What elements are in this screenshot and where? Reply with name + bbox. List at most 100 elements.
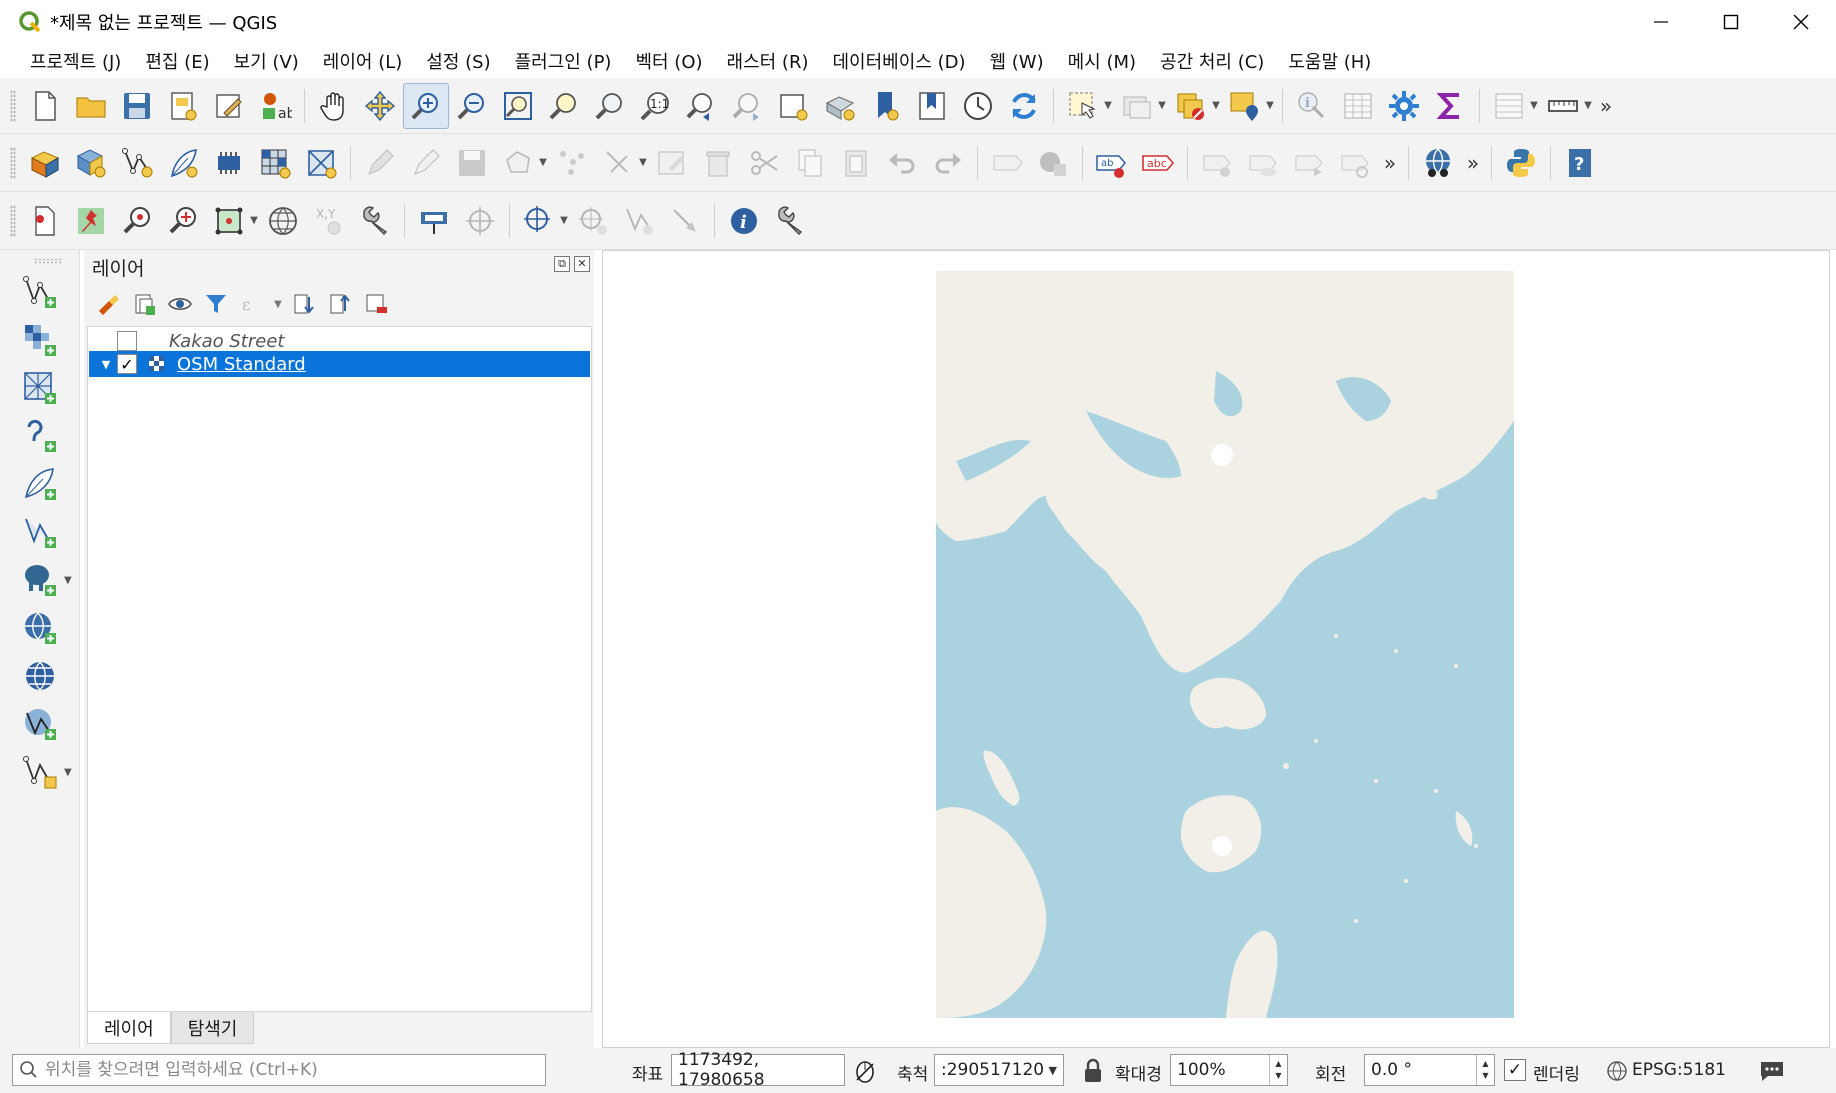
select-features-button[interactable] — [1060, 83, 1106, 129]
menu-edit[interactable]: 편집 (E) — [133, 48, 221, 74]
move-label-button[interactable] — [1286, 140, 1332, 186]
locator-bar[interactable] — [12, 1054, 546, 1086]
copy-features-button[interactable] — [787, 140, 833, 186]
layer-visibility-checkbox[interactable] — [117, 331, 137, 351]
new-temporary-layer-button[interactable] — [160, 140, 206, 186]
temporal-controller-button[interactable] — [955, 83, 1001, 129]
zoom-to-point-button[interactable] — [114, 198, 160, 244]
menu-plugins[interactable]: 플러그인 (P) — [503, 48, 624, 74]
identify-info-button[interactable]: i — [721, 198, 767, 244]
help-contents-button[interactable]: ? — [1557, 140, 1603, 186]
measure-line-button[interactable] — [1540, 83, 1586, 129]
add-group-button[interactable] — [126, 286, 162, 322]
digitize-polygon-button[interactable] — [495, 140, 541, 186]
add-mesh-layer-button[interactable] — [14, 366, 66, 410]
postgis-dropdown[interactable]: ▼ — [64, 575, 72, 586]
menu-web[interactable]: 웹 (W) — [977, 48, 1055, 74]
rule-labeling-button[interactable]: abc — [1135, 140, 1181, 186]
vertex-editor-button[interactable] — [616, 198, 662, 244]
add-virtual-layer-button[interactable] — [14, 510, 66, 554]
zoom-to-selection-button[interactable] — [541, 83, 587, 129]
rotation-spinbox[interactable]: ▲ ▼ — [1476, 1055, 1494, 1085]
add-vector-tile-button[interactable] — [14, 750, 66, 794]
open-project-button[interactable] — [68, 83, 114, 129]
new-print-layout-button[interactable] — [160, 83, 206, 129]
expand-all-button[interactable] — [286, 286, 322, 322]
edit-attributes-button[interactable] — [649, 140, 695, 186]
attribute-form-button[interactable] — [1486, 83, 1532, 129]
label-toolbar-overflow[interactable]: » — [1378, 140, 1402, 186]
add-raster-layer-button[interactable] — [252, 140, 298, 186]
cut-features-button[interactable] — [741, 140, 787, 186]
processing-toolbox-button[interactable] — [1381, 83, 1427, 129]
layer-row-osm-standard[interactable]: ▼ ✓ OSM Standard — [89, 351, 590, 377]
messages-icon[interactable] — [1758, 1058, 1786, 1084]
filter-expression-button[interactable]: ε — [234, 286, 270, 322]
settings-wrench-button[interactable] — [352, 198, 398, 244]
manage-visibility-button[interactable] — [162, 286, 198, 322]
toolbar-overflow-button[interactable]: » — [1594, 83, 1618, 129]
toolbar-handle[interactable] — [10, 204, 16, 237]
crosshair-button[interactable] — [457, 198, 503, 244]
snapping-button[interactable] — [570, 198, 616, 244]
new-virtual-layer-button[interactable] — [206, 140, 252, 186]
maximize-button[interactable] — [1696, 0, 1766, 44]
coordinate-field[interactable]: 1173492, 17980658 — [671, 1050, 845, 1090]
new-map-view-button[interactable] — [771, 83, 817, 129]
style-manager-button[interactable]: abc — [252, 83, 298, 129]
new-shapefile-layer-button[interactable] — [114, 140, 160, 186]
expand-layer-arrow-icon[interactable]: ▼ — [95, 358, 117, 371]
map-pin-tool-button[interactable] — [68, 198, 114, 244]
layer-labeling-button[interactable]: ab — [1089, 140, 1135, 186]
new-bookmark-button[interactable] — [863, 83, 909, 129]
add-raster-layer-button[interactable] — [14, 318, 66, 362]
zoom-out-button[interactable] — [449, 83, 495, 129]
zoom-to-layer-button[interactable] — [587, 83, 633, 129]
layout-manager-button[interactable] — [206, 83, 252, 129]
select-by-location-button[interactable] — [1222, 83, 1268, 129]
add-postgis-layer-button[interactable] — [14, 558, 66, 602]
add-wcs-layer-button[interactable] — [14, 654, 66, 698]
add-delimited-text-button[interactable] — [14, 414, 66, 458]
zoom-in-button[interactable] — [403, 82, 449, 129]
python-console-button[interactable] — [1498, 140, 1544, 186]
toolbar-handle[interactable] — [34, 258, 62, 264]
magnifier-field[interactable]: 100% ▲ ▼ — [1170, 1054, 1288, 1086]
statistical-summary-button[interactable] — [1427, 83, 1473, 129]
toolbar-handle[interactable] — [10, 146, 16, 179]
menu-processing[interactable]: 공간 처리 (C) — [1148, 48, 1276, 74]
close-panel-button[interactable]: ✕ — [574, 256, 590, 272]
show-hide-labels-button[interactable] — [1240, 140, 1286, 186]
identify-features-button[interactable]: i — [1289, 83, 1335, 129]
coordinate-capture-button[interactable]: X,Y — [306, 198, 352, 244]
open-attribute-table-button[interactable] — [1335, 83, 1381, 129]
show-bookmarks-button[interactable] — [909, 83, 955, 129]
new-3d-map-view-button[interactable] — [817, 83, 863, 129]
pin-labels-button[interactable] — [1194, 140, 1240, 186]
float-panel-button[interactable]: ⧉ — [554, 256, 570, 272]
zoom-native-button[interactable]: 1:1 — [633, 83, 679, 129]
label-toolbar-button[interactable] — [984, 140, 1030, 186]
menu-project[interactable]: 프로젝트 (J) — [18, 48, 133, 74]
magnifier-spinbox[interactable]: ▲ ▼ — [1269, 1055, 1287, 1085]
new-project-button[interactable] — [22, 83, 68, 129]
web-toolbar-overflow[interactable]: » — [1461, 140, 1485, 186]
diagram-options-button[interactable] — [1030, 140, 1076, 186]
menu-mesh[interactable]: 메시 (M) — [1056, 48, 1148, 74]
paste-features-button[interactable] — [833, 140, 879, 186]
filter-expression-dropdown[interactable]: ▼ — [270, 286, 286, 322]
menu-raster[interactable]: 래스터 (R) — [715, 48, 821, 74]
map-image[interactable] — [936, 271, 1514, 1018]
pan-map-button[interactable] — [311, 83, 357, 129]
style-layer-button[interactable] — [90, 286, 126, 322]
add-wms-layer-button[interactable] — [14, 606, 66, 650]
select-extent-button[interactable] — [206, 198, 252, 244]
filter-legend-button[interactable] — [198, 286, 234, 322]
save-layer-edits-button[interactable] — [449, 140, 495, 186]
quickmapservices-button[interactable] — [1415, 140, 1461, 186]
minimize-button[interactable] — [1626, 0, 1696, 44]
collapse-all-button[interactable] — [322, 286, 358, 322]
rotation-field[interactable]: 0.0 ° ▲ ▼ — [1364, 1054, 1495, 1086]
modify-attributes-button[interactable] — [595, 140, 641, 186]
add-vector-layer-button[interactable] — [14, 270, 66, 314]
